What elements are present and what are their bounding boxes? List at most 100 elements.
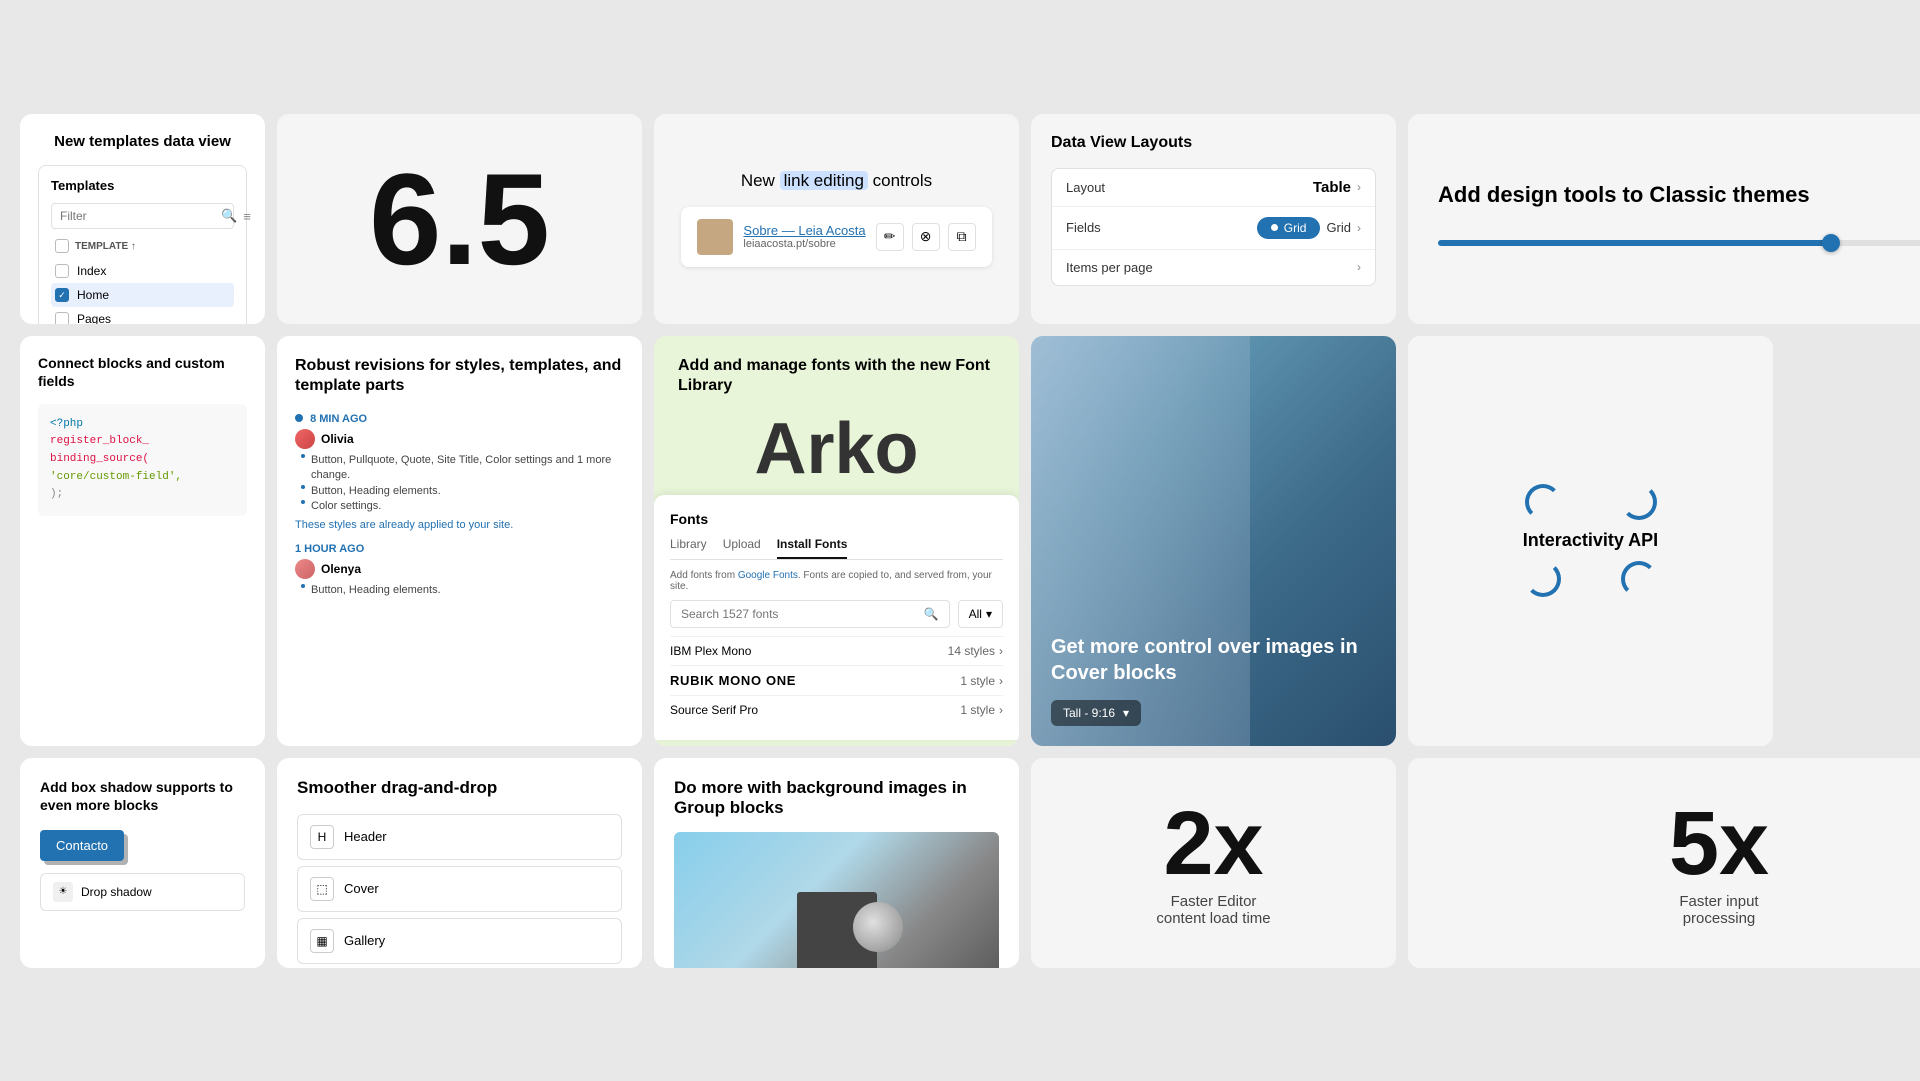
two-x-number: 2x <box>1163 799 1263 889</box>
code-line-4: 'core/custom-field', <box>50 469 235 487</box>
dataview-grid-btn[interactable]: Grid <box>1326 220 1351 235</box>
bgimg-photo <box>674 832 999 968</box>
slider-thumb[interactable] <box>1822 234 1840 252</box>
header-block-icon: H <box>310 825 334 849</box>
slider-track[interactable] <box>1438 240 1920 246</box>
filter-row[interactable]: 🔍 ≡ <box>51 203 234 229</box>
revision-author-row-1: Olivia <box>295 429 624 449</box>
font-row-0[interactable]: IBM Plex Mono 14 styles › <box>670 636 1003 665</box>
fonts-filter-select[interactable]: All ▾ <box>958 600 1003 628</box>
dataview-fields-right: Grid Grid › <box>1257 217 1361 239</box>
templates-card-title: New templates data view <box>38 132 247 152</box>
gallery-block-icon: ▦ <box>310 929 334 953</box>
font-name-0: IBM Plex Mono <box>670 644 751 658</box>
card-link-editing: New link editing controls Sobre — Leia A… <box>654 114 1019 324</box>
fonts-tabs: Library Upload Install Fonts <box>670 537 1003 560</box>
shadow-title: Add box shadow supports to even more blo… <box>40 778 245 814</box>
search-icon: 🔍 <box>221 208 237 224</box>
template-row-index[interactable]: Index <box>51 259 234 283</box>
shadow-demo-button[interactable]: Contacto <box>40 830 124 861</box>
dataview-fields-row[interactable]: Fields Grid Grid › <box>1052 207 1375 250</box>
checkbox-home[interactable] <box>55 288 69 302</box>
dataview-items-row[interactable]: Items per page › <box>1052 250 1375 285</box>
bgimg-content: Do more with background images in Group … <box>654 758 1019 968</box>
cover-block-icon: ⬚ <box>310 877 334 901</box>
dnd-title: Smoother drag-and-drop <box>297 778 622 798</box>
link-name: Sobre — Leia Acosta <box>743 223 865 238</box>
card-5x: 5x Faster inputprocessing <box>1408 758 1920 968</box>
chip-dot <box>1271 224 1278 231</box>
shadow-option-label: Drop shadow <box>81 885 152 899</box>
checkbox-index[interactable] <box>55 264 69 278</box>
fonts-top: Add and manage fonts with the new Font L… <box>654 336 1019 486</box>
fonts-big-text: Arko <box>678 413 995 485</box>
font-row-1[interactable]: RUBIK MONO ONE 1 style › <box>670 665 1003 695</box>
card-bgimg: Do more with background images in Group … <box>654 758 1019 968</box>
template-row-pages[interactable]: Pages <box>51 307 234 324</box>
fonts-search-input[interactable] <box>681 607 918 621</box>
link-card: Sobre — Leia Acosta leiaacosta.pt/sobre … <box>681 207 991 267</box>
font-row-2[interactable]: Source Serif Pro 1 style › <box>670 695 1003 724</box>
dataview-items-label: Items per page <box>1066 260 1153 275</box>
card-cover: Get more control over images in Cover bl… <box>1031 336 1396 746</box>
chevron-down-icon-cover: ▾ <box>1123 706 1129 720</box>
chevron-right-icon-font2: › <box>999 703 1003 717</box>
link-actions: ✏ ⊗ ⧉ <box>876 223 976 251</box>
checkbox-pages[interactable] <box>55 312 69 324</box>
template-name-index: Index <box>77 264 106 278</box>
fonts-search-box[interactable]: 🔍 <box>670 600 950 628</box>
revisions-title: Robust revisions for styles, templates, … <box>295 356 624 398</box>
google-fonts-link[interactable]: Google Fonts <box>738 570 798 581</box>
code-line-2: register_block_ <box>50 433 235 451</box>
template-row-home[interactable]: Home <box>51 283 234 307</box>
revision-applied: These styles are already applied to your… <box>295 519 624 531</box>
template-column-header: TEMPLATE ↑ <box>51 239 234 253</box>
revision-author-2: Olenya <box>321 562 361 576</box>
chevron-right-icon-3: › <box>1357 260 1361 274</box>
card-shadow: Add box shadow supports to even more blo… <box>20 758 265 968</box>
revision-item-1: 8 MIN AGO Olivia Button, Pullquote, Quot… <box>295 413 624 531</box>
font-styles-2: 1 style › <box>960 703 1003 717</box>
link-info: Sobre — Leia Acosta leiaacosta.pt/sobre <box>743 223 865 250</box>
cover-ratio-select[interactable]: Tall - 9:16 ▾ <box>1051 700 1141 726</box>
templates-box: Templates 🔍 ≡ TEMPLATE ↑ Index Home Page… <box>38 165 247 324</box>
font-name-1: RUBIK MONO ONE <box>670 673 796 688</box>
spinner-bottom-right <box>1621 561 1657 597</box>
cover-ratio-label: Tall - 9:16 <box>1063 706 1115 720</box>
code-line-5: ); <box>50 486 235 504</box>
dataview-layout-row[interactable]: Layout Table › <box>1052 169 1375 207</box>
link-url: leiaacosta.pt/sobre <box>743 238 865 250</box>
font-styles-1: 1 style › <box>960 674 1003 688</box>
chevron-right-icon-font0: › <box>999 644 1003 658</box>
revision-avatar-1 <box>295 429 315 449</box>
fonts-heading: Add and manage fonts with the new Font L… <box>678 356 995 398</box>
shadow-option[interactable]: ☀ Drop shadow <box>40 873 245 911</box>
filter-icon: ≡ <box>243 209 251 224</box>
chevron-right-icon-font1: › <box>999 674 1003 688</box>
fonts-search-icon: 🔍 <box>924 607 939 621</box>
cover-text: Get more control over images in Cover bl… <box>1051 634 1376 686</box>
revision-time-2: 1 HOUR AGO <box>295 543 624 555</box>
tab-install-fonts[interactable]: Install Fonts <box>777 537 848 559</box>
revision-change-3: Color settings. <box>301 499 624 514</box>
link-copy-btn[interactable]: ⧉ <box>948 223 976 251</box>
revision-item-2: 1 HOUR AGO Olenya Button, Heading elemen… <box>295 543 624 598</box>
revision-author-row-2: Olenya <box>295 559 624 579</box>
fonts-search-row: 🔍 All ▾ <box>670 600 1003 628</box>
filter-input[interactable] <box>60 209 215 223</box>
sun-icon: ☀ <box>53 882 73 902</box>
font-styles-0: 14 styles › <box>948 644 1003 658</box>
chevron-down-icon: ▾ <box>986 607 992 621</box>
tab-library[interactable]: Library <box>670 537 707 559</box>
font-name-2: Source Serif Pro <box>670 703 758 717</box>
tab-upload[interactable]: Upload <box>723 537 761 559</box>
link-edit-btn[interactable]: ✏ <box>876 223 904 251</box>
header-checkbox[interactable] <box>55 239 69 253</box>
revision-change-1: Button, Pullquote, Quote, Site Title, Co… <box>301 453 624 484</box>
card-interactivity: Interactivity API <box>1408 336 1773 746</box>
fonts-filter-value: All <box>969 607 982 621</box>
card-templates: New templates data view Templates 🔍 ≡ TE… <box>20 114 265 324</box>
interactivity-title: Interactivity API <box>1523 530 1658 551</box>
dataview-grid-chip[interactable]: Grid <box>1257 217 1321 239</box>
link-unlink-btn[interactable]: ⊗ <box>912 223 940 251</box>
